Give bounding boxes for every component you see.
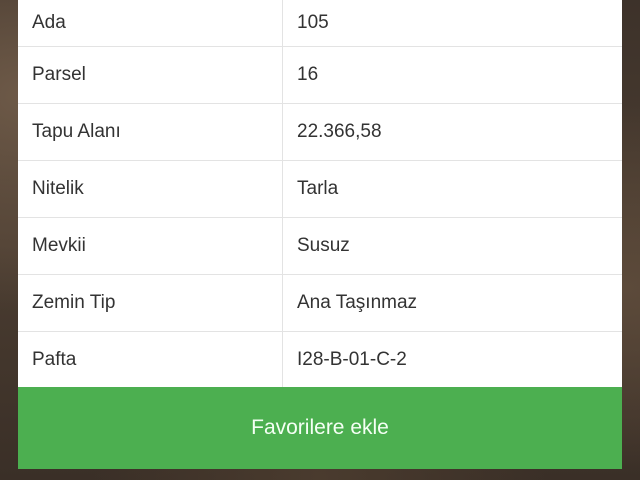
row-key: Zemin Tip <box>18 274 283 332</box>
row-value: Susuz <box>282 217 622 275</box>
row-value: Tarla <box>282 160 622 218</box>
row-value: Ana Taşınmaz <box>282 274 622 332</box>
table-row: Tapu Alanı 22.366,58 <box>18 103 622 161</box>
parcel-info-table: Ada 105 Parsel 16 Tapu Alanı 22.366,58 N… <box>18 0 622 389</box>
add-to-favorites-button[interactable]: Favorilere ekle <box>18 387 622 469</box>
parcel-info-panel: Ada 105 Parsel 16 Tapu Alanı 22.366,58 N… <box>18 0 622 469</box>
table-row: Nitelik Tarla <box>18 160 622 218</box>
row-key: Pafta <box>18 331 283 389</box>
row-value: 22.366,58 <box>282 103 622 161</box>
row-key: Mevkii <box>18 217 283 275</box>
row-key: Nitelik <box>18 160 283 218</box>
row-key: Tapu Alanı <box>18 103 283 161</box>
table-row: Parsel 16 <box>18 46 622 104</box>
row-value: I28-B-01-C-2 <box>282 331 622 389</box>
row-value: 16 <box>282 46 622 104</box>
row-key: Parsel <box>18 46 283 104</box>
table-row: Zemin Tip Ana Taşınmaz <box>18 274 622 332</box>
table-row: Ada 105 <box>18 0 622 47</box>
table-row: Pafta I28-B-01-C-2 <box>18 331 622 389</box>
row-key: Ada <box>18 0 283 47</box>
table-row: Mevkii Susuz <box>18 217 622 275</box>
row-value: 105 <box>282 0 622 47</box>
